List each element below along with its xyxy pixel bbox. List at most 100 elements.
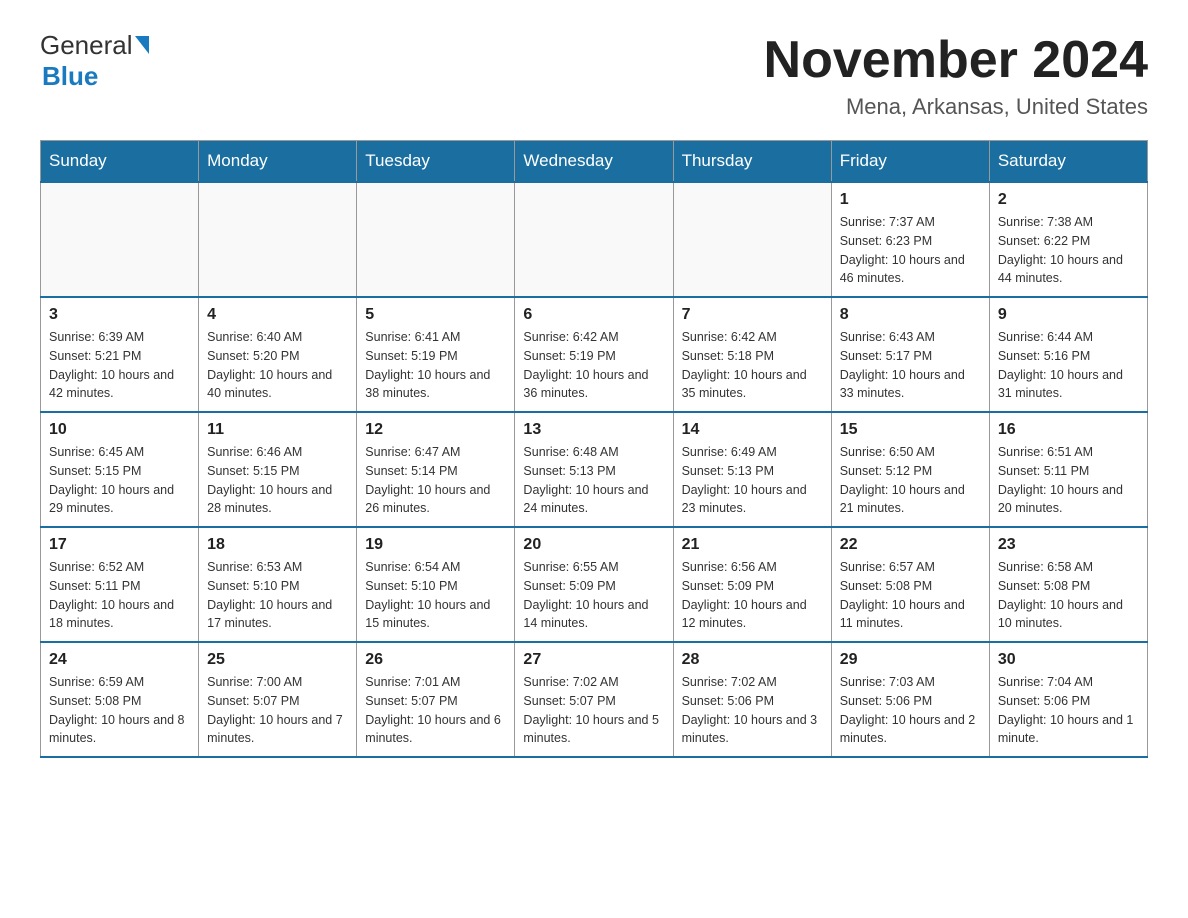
calendar-header-wednesday: Wednesday: [515, 141, 673, 183]
day-number: 22: [840, 536, 981, 554]
day-number: 26: [365, 651, 506, 669]
calendar-cell: 5 Sunrise: 6:41 AMSunset: 5:19 PMDaylight…: [357, 297, 515, 412]
day-number: 6: [523, 306, 664, 324]
day-info: Sunrise: 7:03 AMSunset: 5:06 PMDaylight:…: [840, 673, 981, 748]
calendar-cell: 21 Sunrise: 6:56 AMSunset: 5:09 PMDayligh…: [673, 527, 831, 642]
day-info: Sunrise: 6:48 AMSunset: 5:13 PMDaylight:…: [523, 443, 664, 518]
day-info: Sunrise: 6:47 AMSunset: 5:14 PMDaylight:…: [365, 443, 506, 518]
logo-blue-text: Blue: [42, 61, 98, 91]
day-info: Sunrise: 6:54 AMSunset: 5:10 PMDaylight:…: [365, 558, 506, 633]
calendar-cell: 15 Sunrise: 6:50 AMSunset: 5:12 PMDayligh…: [831, 412, 989, 527]
day-number: 4: [207, 306, 348, 324]
calendar-cell: 3 Sunrise: 6:39 AMSunset: 5:21 PMDaylight…: [41, 297, 199, 412]
day-info: Sunrise: 7:02 AMSunset: 5:07 PMDaylight:…: [523, 673, 664, 748]
page-header: General Blue November 2024 Mena, Arkansa…: [40, 30, 1148, 120]
calendar-week-row: 3 Sunrise: 6:39 AMSunset: 5:21 PMDaylight…: [41, 297, 1148, 412]
day-info: Sunrise: 6:49 AMSunset: 5:13 PMDaylight:…: [682, 443, 823, 518]
calendar-cell: 26 Sunrise: 7:01 AMSunset: 5:07 PMDayligh…: [357, 642, 515, 757]
day-number: 7: [682, 306, 823, 324]
day-info: Sunrise: 6:53 AMSunset: 5:10 PMDaylight:…: [207, 558, 348, 633]
calendar-cell: 29 Sunrise: 7:03 AMSunset: 5:06 PMDayligh…: [831, 642, 989, 757]
calendar-cell: 14 Sunrise: 6:49 AMSunset: 5:13 PMDayligh…: [673, 412, 831, 527]
day-number: 19: [365, 536, 506, 554]
calendar-cell: 18 Sunrise: 6:53 AMSunset: 5:10 PMDayligh…: [199, 527, 357, 642]
day-info: Sunrise: 6:41 AMSunset: 5:19 PMDaylight:…: [365, 328, 506, 403]
calendar-table: SundayMondayTuesdayWednesdayThursdayFrid…: [40, 140, 1148, 758]
day-number: 21: [682, 536, 823, 554]
day-info: Sunrise: 6:57 AMSunset: 5:08 PMDaylight:…: [840, 558, 981, 633]
day-info: Sunrise: 6:40 AMSunset: 5:20 PMDaylight:…: [207, 328, 348, 403]
day-number: 14: [682, 421, 823, 439]
day-info: Sunrise: 6:55 AMSunset: 5:09 PMDaylight:…: [523, 558, 664, 633]
day-number: 18: [207, 536, 348, 554]
day-number: 8: [840, 306, 981, 324]
calendar-header-friday: Friday: [831, 141, 989, 183]
calendar-cell: 1Sunrise: 7:37 AMSunset: 6:23 PMDaylight…: [831, 182, 989, 297]
day-number: 3: [49, 306, 190, 324]
day-number: 24: [49, 651, 190, 669]
logo-general-text: General: [40, 30, 133, 61]
calendar-header-saturday: Saturday: [989, 141, 1147, 183]
title-section: November 2024 Mena, Arkansas, United Sta…: [764, 30, 1148, 120]
calendar-cell: 25 Sunrise: 7:00 AMSunset: 5:07 PMDayligh…: [199, 642, 357, 757]
calendar-week-row: 1Sunrise: 7:37 AMSunset: 6:23 PMDaylight…: [41, 182, 1148, 297]
day-info: Sunrise: 6:43 AMSunset: 5:17 PMDaylight:…: [840, 328, 981, 403]
day-info: Sunrise: 7:04 AMSunset: 5:06 PMDaylight:…: [998, 673, 1139, 748]
day-number: 11: [207, 421, 348, 439]
calendar-cell: [199, 182, 357, 297]
day-number: 29: [840, 651, 981, 669]
day-info: Sunrise: 7:38 AMSunset: 6:22 PMDaylight:…: [998, 213, 1139, 288]
day-info: Sunrise: 6:52 AMSunset: 5:11 PMDaylight:…: [49, 558, 190, 633]
day-number: 20: [523, 536, 664, 554]
calendar-cell: 6Sunrise: 6:42 AMSunset: 5:19 PMDaylight…: [515, 297, 673, 412]
day-info: Sunrise: 6:42 AMSunset: 5:18 PMDaylight:…: [682, 328, 823, 403]
day-info: Sunrise: 7:37 AMSunset: 6:23 PMDaylight:…: [840, 213, 981, 288]
calendar-cell: 4 Sunrise: 6:40 AMSunset: 5:20 PMDaylight…: [199, 297, 357, 412]
day-info: Sunrise: 6:56 AMSunset: 5:09 PMDaylight:…: [682, 558, 823, 633]
day-info: Sunrise: 6:46 AMSunset: 5:15 PMDaylight:…: [207, 443, 348, 518]
day-number: 13: [523, 421, 664, 439]
calendar-cell: [673, 182, 831, 297]
calendar-cell: 19 Sunrise: 6:54 AMSunset: 5:10 PMDayligh…: [357, 527, 515, 642]
day-number: 27: [523, 651, 664, 669]
day-number: 12: [365, 421, 506, 439]
logo: General Blue: [40, 30, 149, 92]
day-info: Sunrise: 6:50 AMSunset: 5:12 PMDaylight:…: [840, 443, 981, 518]
day-info: Sunrise: 7:01 AMSunset: 5:07 PMDaylight:…: [365, 673, 506, 748]
day-info: Sunrise: 7:00 AMSunset: 5:07 PMDaylight:…: [207, 673, 348, 748]
calendar-cell: 12 Sunrise: 6:47 AMSunset: 5:14 PMDayligh…: [357, 412, 515, 527]
day-number: 16: [998, 421, 1139, 439]
day-number: 10: [49, 421, 190, 439]
calendar-header-tuesday: Tuesday: [357, 141, 515, 183]
calendar-header-sunday: Sunday: [41, 141, 199, 183]
calendar-week-row: 24 Sunrise: 6:59 AMSunset: 5:08 PMDayligh…: [41, 642, 1148, 757]
calendar-cell: 10 Sunrise: 6:45 AMSunset: 5:15 PMDayligh…: [41, 412, 199, 527]
calendar-cell: 7 Sunrise: 6:42 AMSunset: 5:18 PMDaylight…: [673, 297, 831, 412]
day-info: Sunrise: 6:58 AMSunset: 5:08 PMDaylight:…: [998, 558, 1139, 633]
calendar-cell: 20 Sunrise: 6:55 AMSunset: 5:09 PMDayligh…: [515, 527, 673, 642]
day-info: Sunrise: 6:39 AMSunset: 5:21 PMDaylight:…: [49, 328, 190, 403]
calendar-cell: 17 Sunrise: 6:52 AMSunset: 5:11 PMDayligh…: [41, 527, 199, 642]
calendar-cell: [357, 182, 515, 297]
day-number: 9: [998, 306, 1139, 324]
day-info: Sunrise: 6:45 AMSunset: 5:15 PMDaylight:…: [49, 443, 190, 518]
calendar-cell: 27 Sunrise: 7:02 AMSunset: 5:07 PMDayligh…: [515, 642, 673, 757]
logo-triangle-icon: [135, 36, 149, 54]
day-number: 23: [998, 536, 1139, 554]
calendar-week-row: 17 Sunrise: 6:52 AMSunset: 5:11 PMDayligh…: [41, 527, 1148, 642]
calendar-header-row: SundayMondayTuesdayWednesdayThursdayFrid…: [41, 141, 1148, 183]
calendar-cell: 11 Sunrise: 6:46 AMSunset: 5:15 PMDayligh…: [199, 412, 357, 527]
calendar-cell: [515, 182, 673, 297]
day-number: 5: [365, 306, 506, 324]
calendar-header-thursday: Thursday: [673, 141, 831, 183]
day-number: 15: [840, 421, 981, 439]
day-number: 28: [682, 651, 823, 669]
calendar-cell: 16Sunrise: 6:51 AMSunset: 5:11 PMDayligh…: [989, 412, 1147, 527]
day-number: 17: [49, 536, 190, 554]
day-info: Sunrise: 6:59 AMSunset: 5:08 PMDaylight:…: [49, 673, 190, 748]
calendar-cell: 9Sunrise: 6:44 AMSunset: 5:16 PMDaylight…: [989, 297, 1147, 412]
calendar-cell: 24 Sunrise: 6:59 AMSunset: 5:08 PMDayligh…: [41, 642, 199, 757]
calendar-cell: [41, 182, 199, 297]
day-number: 25: [207, 651, 348, 669]
calendar-cell: 23 Sunrise: 6:58 AMSunset: 5:08 PMDayligh…: [989, 527, 1147, 642]
